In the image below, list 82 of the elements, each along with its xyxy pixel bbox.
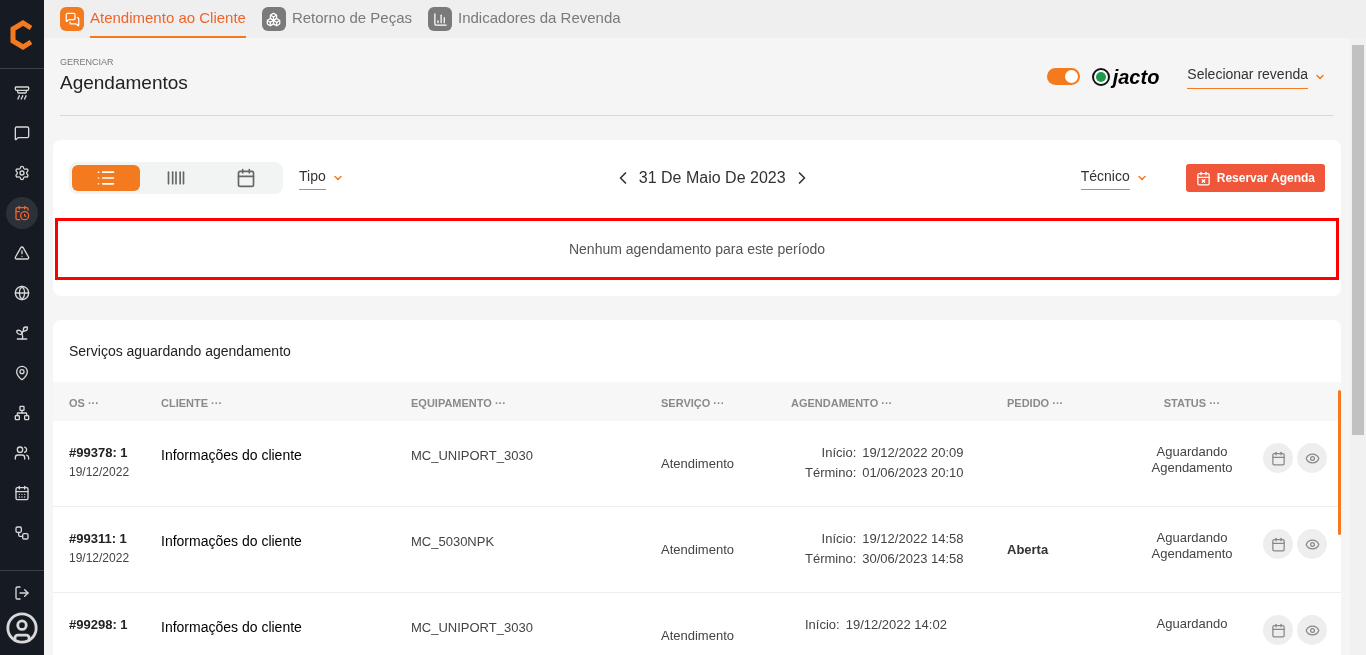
status-text: Aguardando Agendamento [1151,530,1233,561]
client-info: Informações do cliente [161,619,302,635]
nav-tab[interactable]: Indicadores da Revenda [458,0,621,38]
os-number: #99378: 1 [69,444,129,462]
calendar-icon [236,168,256,188]
technician-select[interactable]: Técnico [1080,166,1148,190]
network-icon [14,405,30,421]
clover-logo-icon [1091,67,1110,86]
column-header[interactable]: CLIENTE ··· [161,396,223,409]
toggle-switch[interactable] [1046,68,1080,85]
calendar-icon [14,205,30,221]
column-header[interactable]: PEDIDO ··· [1007,396,1064,409]
type-select[interactable]: Tipo [299,166,344,190]
service-cell: Atendimento [661,456,734,471]
eye-icon [1304,450,1320,466]
schedule-button[interactable] [1263,615,1293,645]
status-text: Aguardando Agendamento [1151,444,1233,475]
date-label: 31 De Maio De 2023 [638,168,786,188]
os-number: #99298: 1 [69,616,129,634]
view-button[interactable] [1297,615,1327,645]
start-label: Início: [820,444,857,462]
calendar-icon [14,485,30,501]
logout-icon[interactable] [14,585,30,601]
end-label: Término: [805,463,857,482]
users-icon [14,445,30,461]
status-text: Aguardando [1156,616,1228,631]
view-button[interactable] [1297,529,1327,559]
schedule-button[interactable] [1263,529,1293,559]
avatar-icon[interactable] [5,611,39,645]
os-date: 19/12/2022 [69,463,131,481]
start-label: Início: [820,530,857,548]
globe-icon [14,285,30,301]
equipment-cell: MC_UNIPORT_3030 [411,448,533,463]
empty-message: Nenhum agendamento para este período [568,239,826,259]
start-time: 19/12/2022 14:58 [862,530,964,548]
map-pin-icon [14,365,30,381]
equipment-cell: MC_5030NPK [411,534,495,549]
column-header[interactable]: EQUIPAMENTO ··· [411,396,506,409]
boxes-icon [266,11,282,27]
eye-icon [1304,536,1320,552]
calendar-icon [1270,536,1286,552]
sidebar-item[interactable] [6,197,38,229]
client-info: Informações do cliente [161,533,302,549]
end-time: 30/06/2023 14:58 [862,549,964,568]
dealer-select[interactable]: Selecionar revenda [1187,64,1326,89]
equipment-cell: MC_UNIPORT_3030 [411,620,533,635]
start-label: Início: [805,616,840,634]
brand-logo: jacto [1112,64,1160,90]
chat-icon [14,125,30,141]
overline-label: GERENCIAR [60,55,115,69]
warning-icon [14,245,30,261]
view-button[interactable] [1297,443,1327,473]
calendar-icon [1270,622,1286,638]
page-title: Agendamentos [60,71,188,95]
nav-tab[interactable]: Retorno de Peças [291,0,412,38]
service-cell: Atendimento [661,628,734,643]
nav-tab[interactable]: Atendimento ao Cliente [90,0,246,38]
calendar-x-icon [1195,170,1211,186]
plant-icon [14,325,30,341]
client-info: Informações do cliente [161,447,302,463]
eye-icon [1304,622,1320,638]
start-time: 19/12/2022 14:02 [845,616,947,634]
column-header[interactable]: AGENDAMENTO ··· [791,396,893,409]
reserve-button[interactable]: Reservar Agenda [1185,164,1325,192]
column-header[interactable]: SERVIÇO ··· [661,396,725,409]
schedule-button[interactable] [1263,443,1293,473]
os-date: 19/12/2022 [69,549,131,567]
alarm-icon [14,85,30,101]
calendar-icon [1270,450,1286,466]
service-cell: Atendimento [661,542,734,557]
order-status: Aberta [1007,542,1049,557]
end-time: 01/06/2023 20:10 [862,463,964,482]
gear-icon [14,165,30,181]
start-time: 19/12/2022 20:09 [862,444,964,462]
section-title: Serviços aguardando agendamento [69,341,291,361]
sitemap-icon [14,525,30,541]
barcode-icon [166,168,186,188]
column-header[interactable]: STATUS ··· [1163,396,1221,409]
os-number: #99311: 1 [69,530,128,548]
column-header[interactable]: OS ··· [69,396,99,409]
end-label: Término: [805,549,857,568]
list-icon [96,168,116,188]
